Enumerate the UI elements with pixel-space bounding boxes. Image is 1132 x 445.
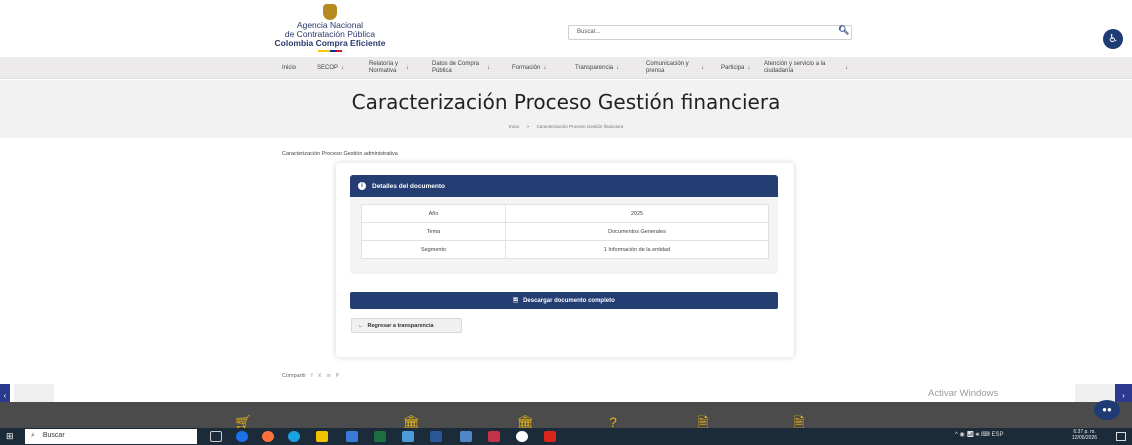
- clock-date: 12/05/2026: [1072, 435, 1098, 441]
- x-icon[interactable]: X: [318, 373, 322, 379]
- cart-icon[interactable]: 🛒︎: [230, 415, 256, 428]
- download-button-label: Descargar documento completo: [523, 297, 615, 304]
- windows-taskbar: ⊞ ⌕ Buscar ^ ◉ 📶︎ 🔊︎ ⌨ ESP 6:37 p. m. 12…: [0, 428, 1132, 445]
- nav-item-label: Formación: [512, 64, 541, 71]
- breadcrumb-home[interactable]: Inicio: [509, 124, 520, 129]
- document-details-header: i Detalles del documento: [350, 175, 778, 197]
- coat-of-arms-icon: [323, 4, 337, 20]
- edge-icon[interactable]: [288, 431, 300, 442]
- table-cell-value: 1 Información de la entidad: [505, 240, 769, 259]
- search-icon: ⌕: [31, 432, 35, 439]
- file-icon: 🗎︎: [513, 297, 519, 304]
- nav-item-atencion[interactable]: Atención y servicio a la ciudadanía ↓: [764, 57, 856, 79]
- share-label: Compartir: [282, 373, 307, 379]
- taskbar-app-icon[interactable]: [488, 431, 500, 442]
- system-tray[interactable]: ^ ◉ 📶︎ 🔊︎ ⌨ ESP: [955, 431, 1003, 439]
- help-icon[interactable]: ?: [600, 415, 626, 428]
- agency-logo[interactable]: Agencia Nacional de Contratación Pública…: [270, 4, 390, 54]
- nav-item-label: Relatoría y Normativa: [369, 61, 399, 74]
- facebook-icon[interactable]: f: [311, 373, 313, 379]
- excel-icon[interactable]: [374, 431, 386, 442]
- firefox-icon[interactable]: [262, 431, 274, 442]
- site-header: Agencia Nacional de Contratación Pública…: [0, 0, 1132, 57]
- document-icon[interactable]: 🗎︎: [690, 415, 716, 428]
- arrow-down-icon: ↓: [341, 64, 345, 71]
- section-label: Caracterización Proceso Gestión administ…: [282, 151, 398, 157]
- logo-line-3: Colombia Compra Eficiente: [274, 38, 386, 48]
- word-icon[interactable]: [430, 431, 442, 442]
- nav-item-secop[interactable]: SECOP ↓: [317, 57, 344, 79]
- table-cell-value: Documentos Generales: [505, 222, 769, 241]
- arrow-down-icon: ↓: [701, 64, 704, 71]
- nav-item-comunicacion[interactable]: Comunicación y prensa ↓: [646, 57, 708, 79]
- taskbar-app-icon[interactable]: [460, 431, 472, 442]
- arrow-down-icon: ↓: [845, 64, 848, 71]
- table-row: Tema Documentos Generales: [361, 222, 769, 241]
- nav-item-relatoria[interactable]: Relatoría y Normativa ↓: [369, 57, 421, 79]
- search-input[interactable]: Buscar...: [568, 25, 852, 40]
- table-cell-key: Año: [361, 204, 506, 223]
- taskbar-app-icon[interactable]: [516, 431, 528, 442]
- nav-item-label: SECOP: [317, 64, 339, 71]
- linkedin-icon[interactable]: in: [326, 373, 330, 379]
- nav-item-formacion[interactable]: Formación ↓: [512, 57, 546, 79]
- breadcrumb-separator: >: [526, 124, 530, 129]
- table-row: Año 2025: [361, 204, 769, 223]
- download-document-button[interactable]: 🗎︎ Descargar documento completo: [350, 292, 778, 309]
- windows-start-icon[interactable]: ⊞: [6, 432, 15, 441]
- arrow-left-icon: ←: [358, 322, 364, 329]
- nav-item-label: Datos de Compra Pública: [432, 61, 480, 74]
- arrow-down-icon: ↓: [543, 64, 547, 71]
- nav-item-participa[interactable]: Participa ↓: [721, 57, 750, 79]
- institution-icon[interactable]: 🏛︎: [512, 415, 538, 428]
- breadcrumb: Inicio > Caracterización Proceso Gestión…: [0, 124, 1132, 129]
- nav-item-label: Comunicación y prensa: [646, 61, 689, 74]
- taskbar-search[interactable]: ⌕ Buscar: [25, 429, 197, 444]
- chrome-icon[interactable]: [236, 431, 248, 442]
- nav-item-label: Participa: [721, 64, 745, 71]
- page-title: Caracterización Proceso Gestión financie…: [351, 90, 781, 114]
- main-nav: Inicio SECOP ↓ Relatoría y Normativa ↓ D…: [0, 57, 1132, 79]
- arrow-down-icon: ↓: [616, 64, 620, 71]
- page-hero: Caracterización Proceso Gestión financie…: [0, 80, 1132, 138]
- flag-stripe: [318, 50, 342, 52]
- search-icon[interactable]: 🔍︎: [838, 25, 849, 37]
- info-icon: i: [358, 182, 366, 190]
- back-to-transparencia-button[interactable]: ← Regresar a transparencia: [351, 318, 462, 333]
- document-icon[interactable]: 🗎︎: [786, 415, 812, 428]
- taskbar-app-icon[interactable]: [346, 431, 358, 442]
- nav-item-datos[interactable]: Datos de Compra Pública ↓: [432, 57, 494, 79]
- back-button-label: Regresar a transparencia: [367, 322, 434, 329]
- language-indicator[interactable]: ESP: [991, 432, 1003, 438]
- chat-icon[interactable]: ●●: [1094, 400, 1120, 420]
- taskbar-search-label: Buscar: [42, 432, 65, 439]
- institution-icon[interactable]: 🏛︎: [398, 415, 424, 428]
- nav-item-label: Inicio: [282, 64, 297, 71]
- arrow-down-icon: ↓: [747, 64, 751, 71]
- nav-item-inicio[interactable]: Inicio: [282, 57, 296, 79]
- taskbar-app-icon[interactable]: [402, 431, 414, 442]
- nav-item-label: Transparencia: [575, 64, 614, 71]
- notifications-icon[interactable]: [1116, 432, 1126, 441]
- document-details-title: Detalles del documento: [372, 182, 445, 190]
- task-view-icon[interactable]: [210, 431, 222, 442]
- document-details-table: Año 2025 Tema Documentos Generales Segme…: [361, 204, 769, 259]
- breadcrumb-current: Caracterización Proceso Gestión financie…: [536, 124, 624, 129]
- share-bar: Compartir f X in P: [282, 373, 339, 379]
- file-explorer-icon[interactable]: [316, 431, 328, 442]
- table-row: Segmento 1 Información de la entidad: [361, 240, 769, 259]
- table-cell-key: Segmento: [361, 240, 506, 259]
- arrow-down-icon: ↓: [406, 64, 409, 71]
- table-cell-key: Tema: [361, 222, 506, 241]
- acrobat-icon[interactable]: [544, 431, 556, 442]
- accessibility-icon[interactable]: ♿︎: [1103, 29, 1123, 49]
- windows-activation-watermark: Activar Windows: [928, 388, 999, 399]
- pinterest-icon[interactable]: P: [336, 373, 340, 379]
- nav-item-transparencia[interactable]: Transparencia ↓: [575, 57, 619, 79]
- arrow-down-icon: ↓: [487, 64, 490, 71]
- nav-item-label: Atención y servicio a la ciudadanía: [764, 61, 826, 74]
- taskbar-clock[interactable]: 6:37 p. m. 12/05/2026: [1072, 429, 1097, 441]
- table-cell-value: 2025: [505, 204, 769, 223]
- site-footer: 🛒︎ 🏛︎ 🏛︎ ? 🗎︎ 🗎︎: [0, 402, 1132, 428]
